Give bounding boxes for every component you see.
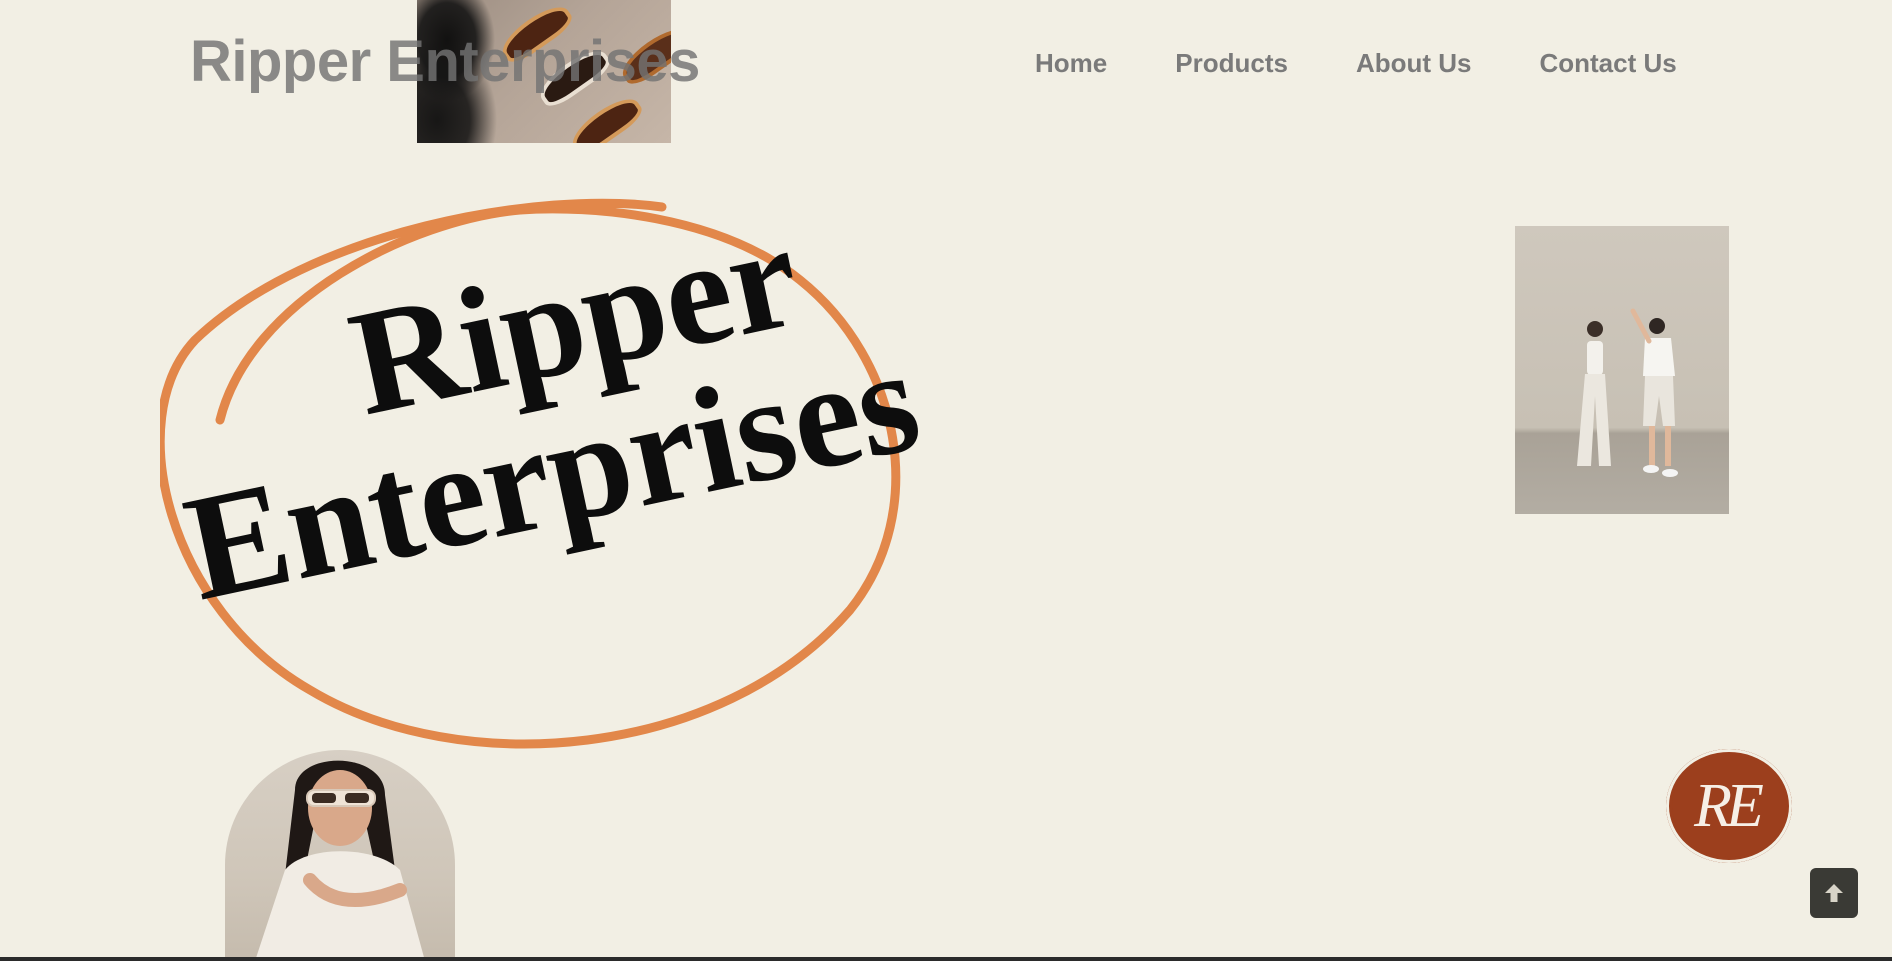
scroll-to-top-button[interactable]	[1810, 868, 1858, 918]
main-nav: Home Products About Us Contact Us	[1035, 48, 1677, 79]
arrow-up-icon	[1825, 884, 1843, 902]
nav-link-about-us[interactable]: About Us	[1356, 48, 1472, 79]
re-monogram-text: RE	[1694, 772, 1764, 840]
nav-link-home[interactable]: Home	[1035, 48, 1107, 79]
woman-photo-figure	[255, 760, 425, 961]
hero-logo: Ripper Enterprises	[160, 190, 1160, 770]
woman-sunglasses-photo	[225, 750, 455, 961]
couple-photo-figures	[1577, 308, 1678, 477]
bottom-edge-rule	[0, 957, 1892, 961]
site-title[interactable]: Ripper Enterprises	[190, 28, 700, 95]
hero-logo-graphic: Ripper Enterprises	[160, 191, 932, 749]
sunglasses-image-detail	[565, 90, 647, 143]
couple-photo	[1515, 226, 1729, 514]
nav-link-products[interactable]: Products	[1175, 48, 1288, 79]
nav-link-contact-us[interactable]: Contact Us	[1539, 48, 1676, 79]
re-monogram-badge[interactable]: RE	[1666, 749, 1792, 863]
